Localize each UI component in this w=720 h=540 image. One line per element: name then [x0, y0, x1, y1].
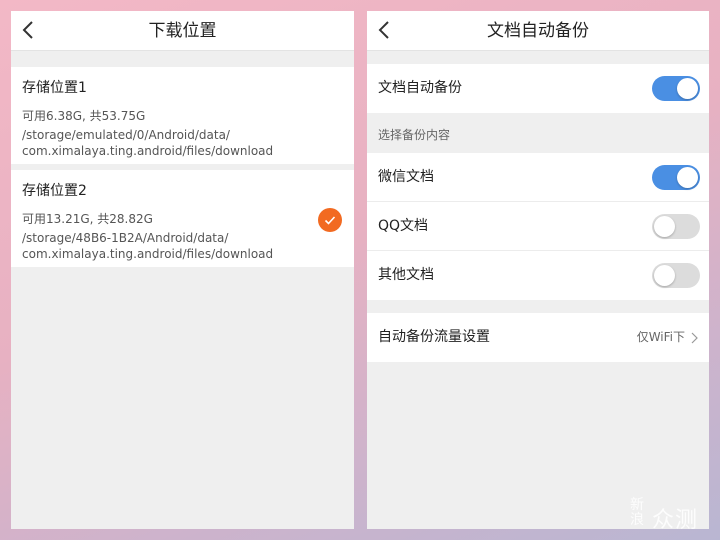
selected-check-icon: [318, 208, 342, 232]
qq-docs-label: QQ文档: [378, 218, 429, 234]
traffic-setting-row[interactable]: 自动备份流量设置 仅WiFi下: [367, 313, 709, 362]
traffic-setting-value: 仅WiFi下: [636, 330, 685, 344]
storage-path-line-2: com.ximalaya.ting.android/files/download: [22, 144, 274, 158]
storage-name: 存储位置2: [22, 183, 87, 199]
qq-docs-row: QQ文档: [367, 202, 709, 251]
auto-backup-toggle[interactable]: [652, 76, 700, 101]
storage-path-line-2: com.ximalaya.ting.android/files/download: [22, 247, 274, 261]
auto-backup-screen: 文档自动备份 文档自动备份 选择备份内容 微信文档 QQ文档 其他文档 自动备份…: [367, 11, 709, 529]
toggle-knob: [654, 265, 675, 286]
download-location-screen: 下载位置 存储位置1 可用6.38G, 共53.75G /storage/emu…: [11, 11, 354, 529]
storage-capacity: 可用6.38G, 共53.75G: [22, 109, 146, 123]
top-bar: 下载位置: [11, 11, 354, 51]
storage-path-line-1: /storage/emulated/0/Android/data/: [22, 128, 230, 142]
qq-docs-toggle[interactable]: [652, 214, 700, 239]
wechat-docs-toggle[interactable]: [652, 165, 700, 190]
storage-path: /storage/48B6-1B2A/Android/data/ com.xim…: [22, 230, 312, 262]
top-bar: 文档自动备份: [367, 11, 709, 51]
toggle-knob: [677, 167, 698, 188]
watermark-small-text: 新浪: [630, 497, 644, 528]
traffic-setting-label: 自动备份流量设置: [378, 329, 490, 345]
page-title: 下载位置: [148, 21, 217, 41]
wechat-docs-row: 微信文档: [367, 153, 709, 202]
sina-zhongce-watermark: 新浪 众测: [630, 497, 712, 534]
toggle-knob: [654, 216, 675, 237]
other-docs-toggle[interactable]: [652, 263, 700, 288]
chevron-right-icon: [691, 332, 698, 344]
page-title: 文档自动备份: [487, 21, 589, 41]
other-docs-row: 其他文档: [367, 251, 709, 300]
storage-name: 存储位置1: [22, 80, 87, 96]
toggle-knob: [677, 78, 698, 99]
watermark-big-text: 众测: [652, 508, 699, 533]
storage-path: /storage/emulated/0/Android/data/ com.xi…: [22, 127, 312, 159]
other-docs-label: 其他文档: [378, 267, 434, 283]
auto-backup-row: 文档自动备份: [367, 64, 709, 113]
storage-option-1[interactable]: 存储位置1 可用6.38G, 共53.75G /storage/emulated…: [11, 67, 354, 164]
section-header: 选择备份内容: [378, 128, 451, 142]
storage-capacity: 可用13.21G, 共28.82G: [22, 212, 153, 226]
storage-option-2[interactable]: 存储位置2 可用13.21G, 共28.82G /storage/48B6-1B…: [11, 170, 354, 267]
wechat-docs-label: 微信文档: [378, 169, 434, 185]
storage-path-line-1: /storage/48B6-1B2A/Android/data/: [22, 231, 229, 245]
auto-backup-label: 文档自动备份: [378, 80, 462, 96]
